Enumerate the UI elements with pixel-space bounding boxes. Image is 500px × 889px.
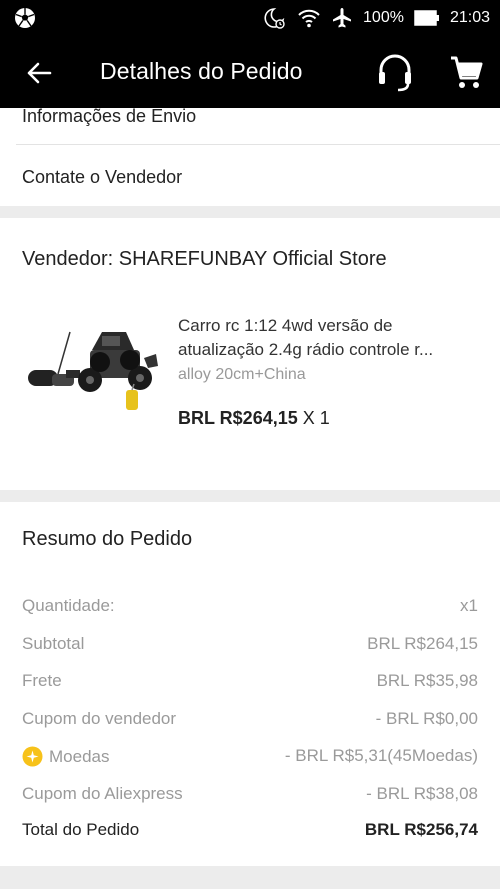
summary-value: - BRL R$38,08: [366, 784, 478, 803]
page-title: Detalhes do Pedido: [100, 58, 303, 84]
summary-row-aliexpress-coupon: Cupom do Aliexpress - BRL R$38,08: [22, 784, 478, 808]
product-quantity: X 1: [302, 408, 330, 428]
summary-label: Cupom do Aliexpress: [22, 784, 183, 803]
summary-row-seller-coupon: Cupom do vendedor - BRL R$0,00: [22, 709, 478, 733]
coin-icon: [22, 746, 43, 767]
summary-title: Resumo do Pedido: [22, 528, 193, 550]
order-summary-card: Resumo do Pedido Quantidade: x1 Subtotal…: [0, 502, 500, 866]
airplane-mode-icon: [333, 8, 352, 28]
summary-row-quantity: Quantidade: x1: [22, 596, 478, 620]
battery-icon: [414, 10, 439, 26]
summary-row-shipping: Frete BRL R$35,98: [22, 671, 478, 695]
seller-name[interactable]: Vendedor: SHAREFUNBAY Official Store: [22, 248, 387, 271]
back-arrow-icon: [27, 62, 52, 84]
summary-row-subtotal: Subtotal BRL R$264,15: [22, 634, 478, 658]
support-headset-icon[interactable]: [374, 52, 416, 94]
summary-row-coins: Moedas - BRL R$5,31(45Moedas): [22, 746, 478, 770]
status-bar: 100% 21:03: [0, 0, 500, 36]
summary-label: Moedas: [49, 746, 110, 766]
product-price-line: BRL R$264,15 X 1: [178, 408, 330, 429]
wifi-icon: [298, 9, 320, 28]
app-bar: Detalhes do Pedido: [0, 36, 500, 108]
divider: [16, 144, 500, 145]
battery-percent: 100%: [363, 9, 404, 26]
soccer-ball-icon: [15, 8, 35, 28]
product-title[interactable]: Carro rc 1:12 4wd versão de atualização …: [178, 314, 478, 362]
order-links-card: Informações de Envio Contate o Vendedor: [0, 108, 500, 206]
summary-label: Total do Pedido: [22, 820, 140, 839]
do-not-disturb-moon-icon: [264, 8, 285, 29]
summary-label-coins: Moedas: [22, 746, 109, 767]
summary-label: Quantidade:: [22, 596, 115, 615]
summary-label: Frete: [22, 671, 62, 690]
summary-value: - BRL R$5,31(45Moedas): [284, 746, 478, 765]
order-total-value: BRL R$256,74: [364, 820, 478, 839]
summary-label: Subtotal: [22, 634, 85, 653]
shipping-info-link[interactable]: Informações de Envio: [22, 108, 196, 127]
summary-value: BRL R$35,98: [376, 671, 478, 690]
summary-value: - BRL R$0,00: [375, 709, 478, 728]
summary-row-total: Total do Pedido BRL R$256,74: [22, 820, 478, 844]
shopping-cart-icon[interactable]: [449, 54, 483, 90]
summary-value: x1: [460, 596, 478, 615]
product-title-line-1: Carro rc 1:12 4wd versão de: [178, 316, 393, 335]
product-variant: alloy 20cm+China: [178, 366, 306, 383]
summary-label: Cupom do vendedor: [22, 709, 177, 728]
status-time: 21:03: [449, 9, 490, 26]
product-image[interactable]: [22, 290, 162, 420]
store-card: Vendedor: SHAREFUNBAY Official Store Car…: [0, 218, 500, 490]
back-button[interactable]: [22, 56, 56, 90]
summary-value: BRL R$264,15: [367, 634, 478, 653]
product-title-line-2: atualização 2.4g rádio controle r...: [178, 340, 434, 359]
product-price: BRL R$264,15: [178, 408, 298, 428]
order-details-screen: 100% 21:03 Detalhes do Pedido Informaçõe…: [0, 0, 500, 889]
order-content: Informações de Envio Contate o Vendedor …: [0, 108, 500, 889]
contact-seller-link[interactable]: Contate o Vendedor: [22, 167, 182, 188]
